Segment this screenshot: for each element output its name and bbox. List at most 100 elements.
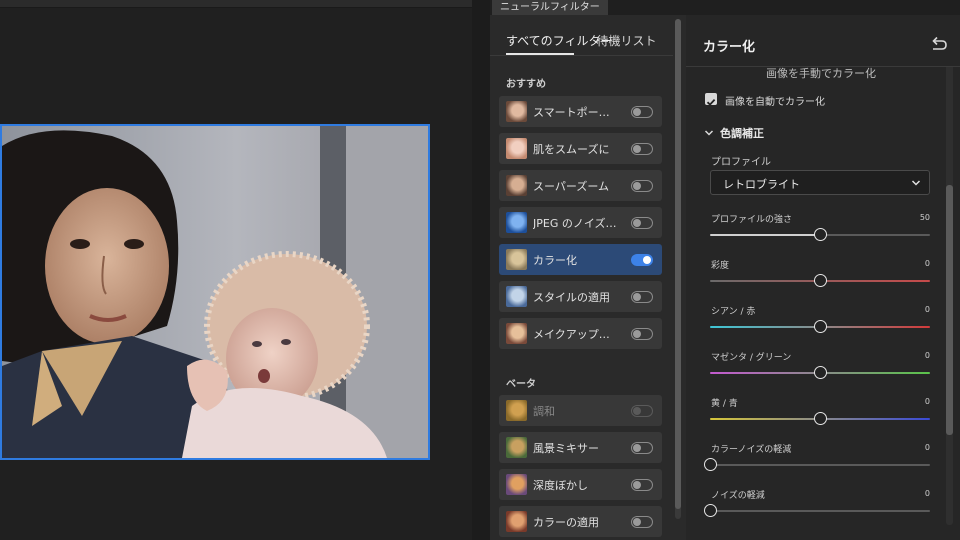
slider-label: マゼンタ / グリーン <box>711 353 792 363</box>
reset-icon[interactable] <box>930 35 948 51</box>
filter-item-label: カラー化 <box>533 254 577 267</box>
photo-selection-frame[interactable] <box>0 124 430 460</box>
depth-thumb-icon <box>506 474 527 495</box>
filter-toggle[interactable] <box>631 291 653 303</box>
filter-item[interactable]: カラーの適用 <box>499 506 662 537</box>
tab-all-filters[interactable]: すべてのフィルター待機リスト <box>506 32 672 49</box>
slider-handle[interactable] <box>814 228 827 241</box>
landscape-thumb-icon <box>506 437 527 458</box>
adjustments-section-title[interactable]: 色調補正 <box>720 125 764 141</box>
filter-toggle[interactable] <box>631 217 653 229</box>
filter-item[interactable]: 風景ミキサー <box>499 432 662 463</box>
filter-toggle[interactable] <box>631 143 653 155</box>
filter-toggle[interactable] <box>631 479 653 491</box>
neural-filters-panel: ニューラルフィルター すべてのフィルター待機リスト おすすめ ベータ スマートポ… <box>490 0 960 540</box>
slider-value: 0 <box>924 443 930 452</box>
slider-value: 0 <box>924 351 930 360</box>
filter-item-label: 調和 <box>533 405 555 418</box>
filter-item-label: カラーの適用 <box>533 516 599 529</box>
portrait-thumb-icon <box>506 101 527 122</box>
filter-toggle[interactable] <box>631 442 653 454</box>
filter-list-scroll-thumb[interactable] <box>675 19 681 509</box>
filter-item[interactable]: JPEG のノイズ… <box>499 207 662 238</box>
toggle-knob <box>633 481 641 489</box>
section-beta-label: ベータ <box>506 379 536 390</box>
slider-value: 0 <box>924 397 930 406</box>
slider-track[interactable] <box>710 464 930 466</box>
filter-item[interactable]: 調和 <box>499 395 662 426</box>
filter-item-label: 肌をスムーズに <box>533 143 610 156</box>
filter-item-label: スマートポー… <box>533 106 610 119</box>
zoom-thumb-icon <box>506 175 527 196</box>
checkmark-icon <box>706 98 716 106</box>
tab-waitlist-label[interactable]: 待機リスト <box>596 34 656 48</box>
slider-value: 0 <box>924 305 930 314</box>
toggle-knob <box>643 256 651 264</box>
slider-label: ノイズの軽減 <box>711 491 765 501</box>
slider-label: プロファイルの強さ <box>711 215 793 225</box>
auto-colorize-checkbox[interactable] <box>705 93 717 106</box>
skin-thumb-icon <box>506 138 527 159</box>
tab-divider <box>490 55 673 56</box>
slider-value: 0 <box>924 489 930 498</box>
filter-toggle[interactable] <box>631 405 653 417</box>
slider-handle[interactable] <box>704 458 717 471</box>
filter-item-label: 深度ぼかし <box>533 479 588 492</box>
filter-toggle[interactable] <box>631 180 653 192</box>
settings-scroll-thumb[interactable] <box>946 185 953 435</box>
slider-track[interactable] <box>710 510 930 512</box>
style-thumb-icon <box>506 286 527 307</box>
filter-list-scrollbar[interactable] <box>674 15 682 525</box>
filter-list: すべてのフィルター待機リスト おすすめ ベータ スマートポー… 肌をスムーズに スー… <box>490 15 673 540</box>
document-canvas[interactable] <box>0 0 490 540</box>
profile-dropdown-value: レトロブライト <box>723 178 800 191</box>
slider-handle[interactable] <box>814 366 827 379</box>
slider-handle[interactable] <box>814 412 827 425</box>
filter-toggle[interactable] <box>631 254 653 266</box>
profile-dropdown[interactable]: レトロブライト <box>710 170 930 195</box>
filter-item-label: メイクアップ… <box>533 328 610 341</box>
filter-item[interactable]: 深度ぼかし <box>499 469 662 500</box>
toggle-knob <box>633 182 641 190</box>
toggle-knob <box>633 444 641 452</box>
filter-item-label: スーパーズーム <box>533 180 610 193</box>
toggle-knob <box>633 293 641 301</box>
filter-item[interactable]: カラー化 <box>499 244 662 275</box>
chevron-down-icon[interactable] <box>704 129 714 137</box>
canvas-ruler-bar <box>0 0 490 8</box>
toggle-knob <box>633 219 641 227</box>
settings-scrollbar[interactable] <box>945 15 955 525</box>
filter-item-label: JPEG のノイズ… <box>533 217 617 230</box>
filter-toggle[interactable] <box>631 516 653 528</box>
slider-value: 50 <box>919 213 930 222</box>
filter-item[interactable]: メイクアップ… <box>499 318 662 349</box>
panel-tab-neural-filters[interactable]: ニューラルフィルター <box>492 0 608 15</box>
makeup-thumb-icon <box>506 323 527 344</box>
toggle-knob <box>633 518 641 526</box>
panel-tab-bar: ニューラルフィルター <box>490 0 960 15</box>
filter-item-label: スタイルの適用 <box>533 291 610 304</box>
filter-item[interactable]: スマートポー… <box>499 96 662 127</box>
filter-toggle[interactable] <box>631 106 653 118</box>
filter-item[interactable]: スタイルの適用 <box>499 281 662 312</box>
settings-header: カラー化 <box>686 15 960 67</box>
slider-label: 黄 / 青 <box>711 399 738 409</box>
filter-toggle[interactable] <box>631 328 653 340</box>
harmony-thumb-icon <box>506 400 527 421</box>
slider-label: カラーノイズの軽減 <box>711 445 792 455</box>
auto-colorize-label: 画像を自動でカラー化 <box>725 97 825 108</box>
slider-handle[interactable] <box>814 274 827 287</box>
colorized-photo <box>2 126 428 458</box>
filter-item-label: 風景ミキサー <box>533 442 599 455</box>
slider-handle[interactable] <box>704 504 717 517</box>
toggle-knob <box>633 145 641 153</box>
slider-label: 彩度 <box>711 261 730 271</box>
filter-item[interactable]: スーパーズーム <box>499 170 662 201</box>
profile-label: プロファイル <box>711 157 771 168</box>
slider-value: 0 <box>924 259 930 268</box>
chevron-down-icon <box>911 180 921 186</box>
color-transfer-thumb-icon <box>506 511 527 532</box>
filter-item[interactable]: 肌をスムーズに <box>499 133 662 164</box>
slider-handle[interactable] <box>814 320 827 333</box>
toggle-knob <box>633 108 641 116</box>
